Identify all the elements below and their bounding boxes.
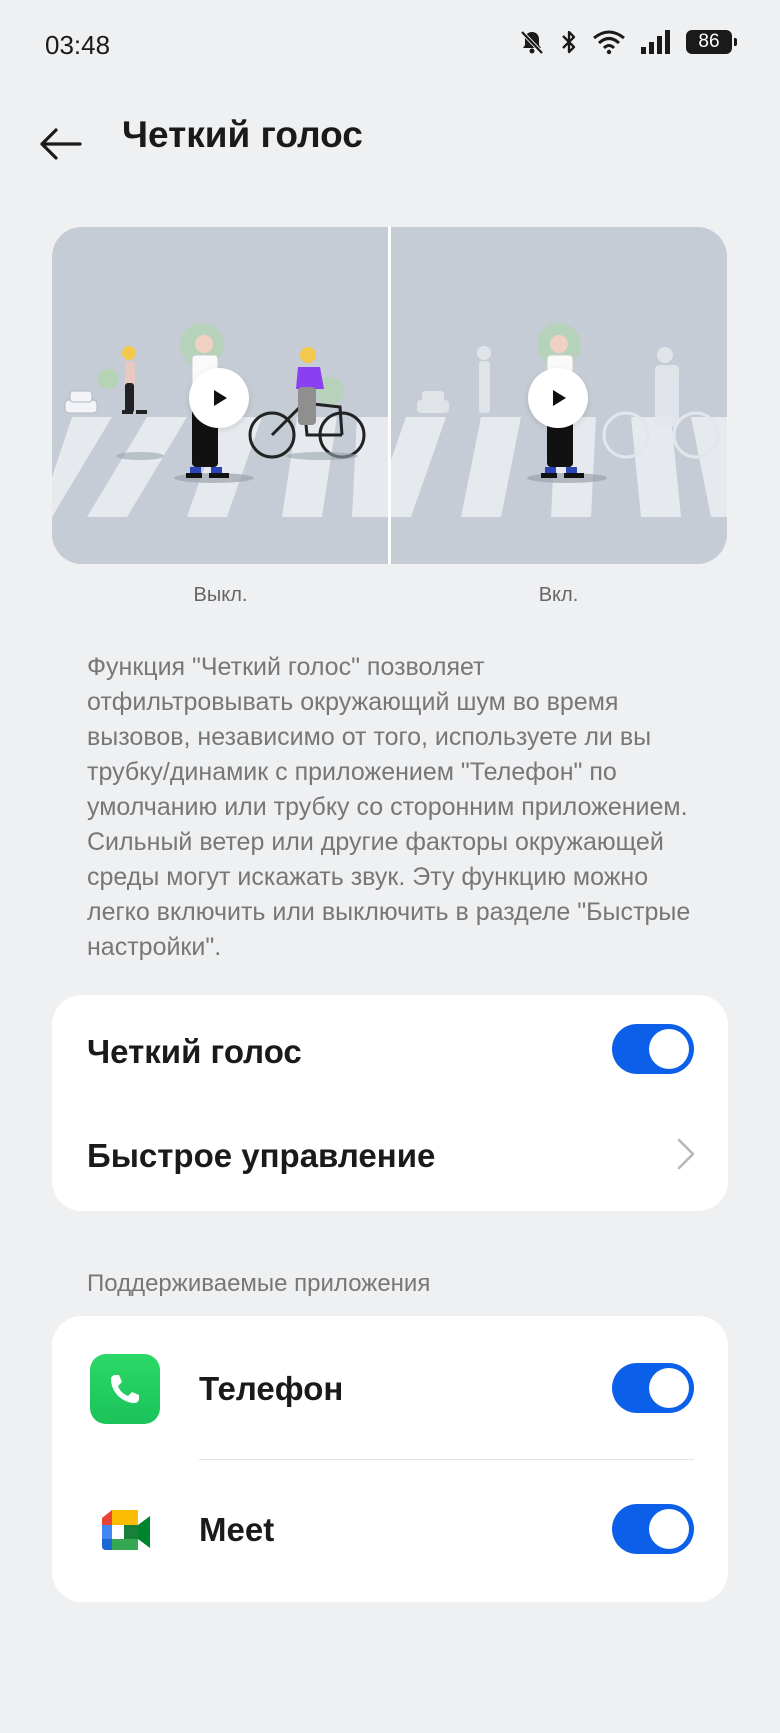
app-name-meet: Meet (199, 1511, 275, 1548)
app-row-meet[interactable]: Meet (52, 1460, 728, 1602)
back-button[interactable] (36, 120, 84, 168)
preview-illustration (52, 227, 727, 564)
header: Четкий голос (0, 100, 780, 190)
battery-level: 86 (698, 31, 720, 52)
preview-off-caption: Выкл. (193, 584, 248, 606)
supported-apps-label: Поддерживаемые приложения (87, 1270, 431, 1297)
clear-voice-label: Четкий голос (87, 1033, 302, 1070)
wifi-icon (593, 30, 625, 55)
feature-description: Функция "Четкий голос" позволяет отфильт… (87, 653, 691, 961)
status-time: 03:48 (45, 30, 111, 60)
preview-on-panel[interactable] (391, 227, 727, 564)
play-on-button[interactable] (528, 368, 588, 428)
clear-voice-row[interactable]: Четкий голос (52, 995, 728, 1103)
preview-on-caption: Вкл. (538, 584, 579, 606)
battery-icon: 86 (686, 30, 737, 54)
meet-camera-icon (102, 1510, 150, 1550)
play-icon (214, 390, 227, 406)
phone-app-toggle[interactable] (612, 1363, 694, 1413)
page-title: Четкий голос (122, 114, 363, 155)
back-arrow-icon (40, 128, 82, 160)
bluetooth-icon (562, 30, 576, 54)
signal-icon (641, 30, 670, 54)
mute-bell-icon (520, 30, 544, 55)
status-bar: 03:48 86 (0, 0, 780, 90)
toggle-knob (649, 1368, 689, 1408)
play-icon (553, 390, 566, 406)
phone-handset-icon (111, 1375, 139, 1403)
chevron-right-icon (677, 1138, 695, 1170)
app-row-phone[interactable]: Телефон (52, 1316, 728, 1460)
quick-control-label: Быстрое управление (87, 1137, 436, 1174)
app-name-phone: Телефон (199, 1370, 344, 1407)
clear-voice-toggle[interactable] (612, 1024, 694, 1074)
settings-card: Четкий голос Быстрое управление (52, 995, 728, 1211)
meet-app-toggle[interactable] (612, 1504, 694, 1554)
status-icons: 86 (518, 28, 737, 56)
quick-control-row[interactable]: Быстрое управление (52, 1103, 728, 1211)
toggle-knob (649, 1509, 689, 1549)
play-off-button[interactable] (189, 368, 249, 428)
supported-apps-card: Телефон Meet (52, 1316, 728, 1602)
phone-app-icon (90, 1354, 160, 1424)
toggle-knob (649, 1029, 689, 1069)
preview-off-panel[interactable] (52, 227, 388, 564)
meet-app-icon (90, 1495, 160, 1565)
